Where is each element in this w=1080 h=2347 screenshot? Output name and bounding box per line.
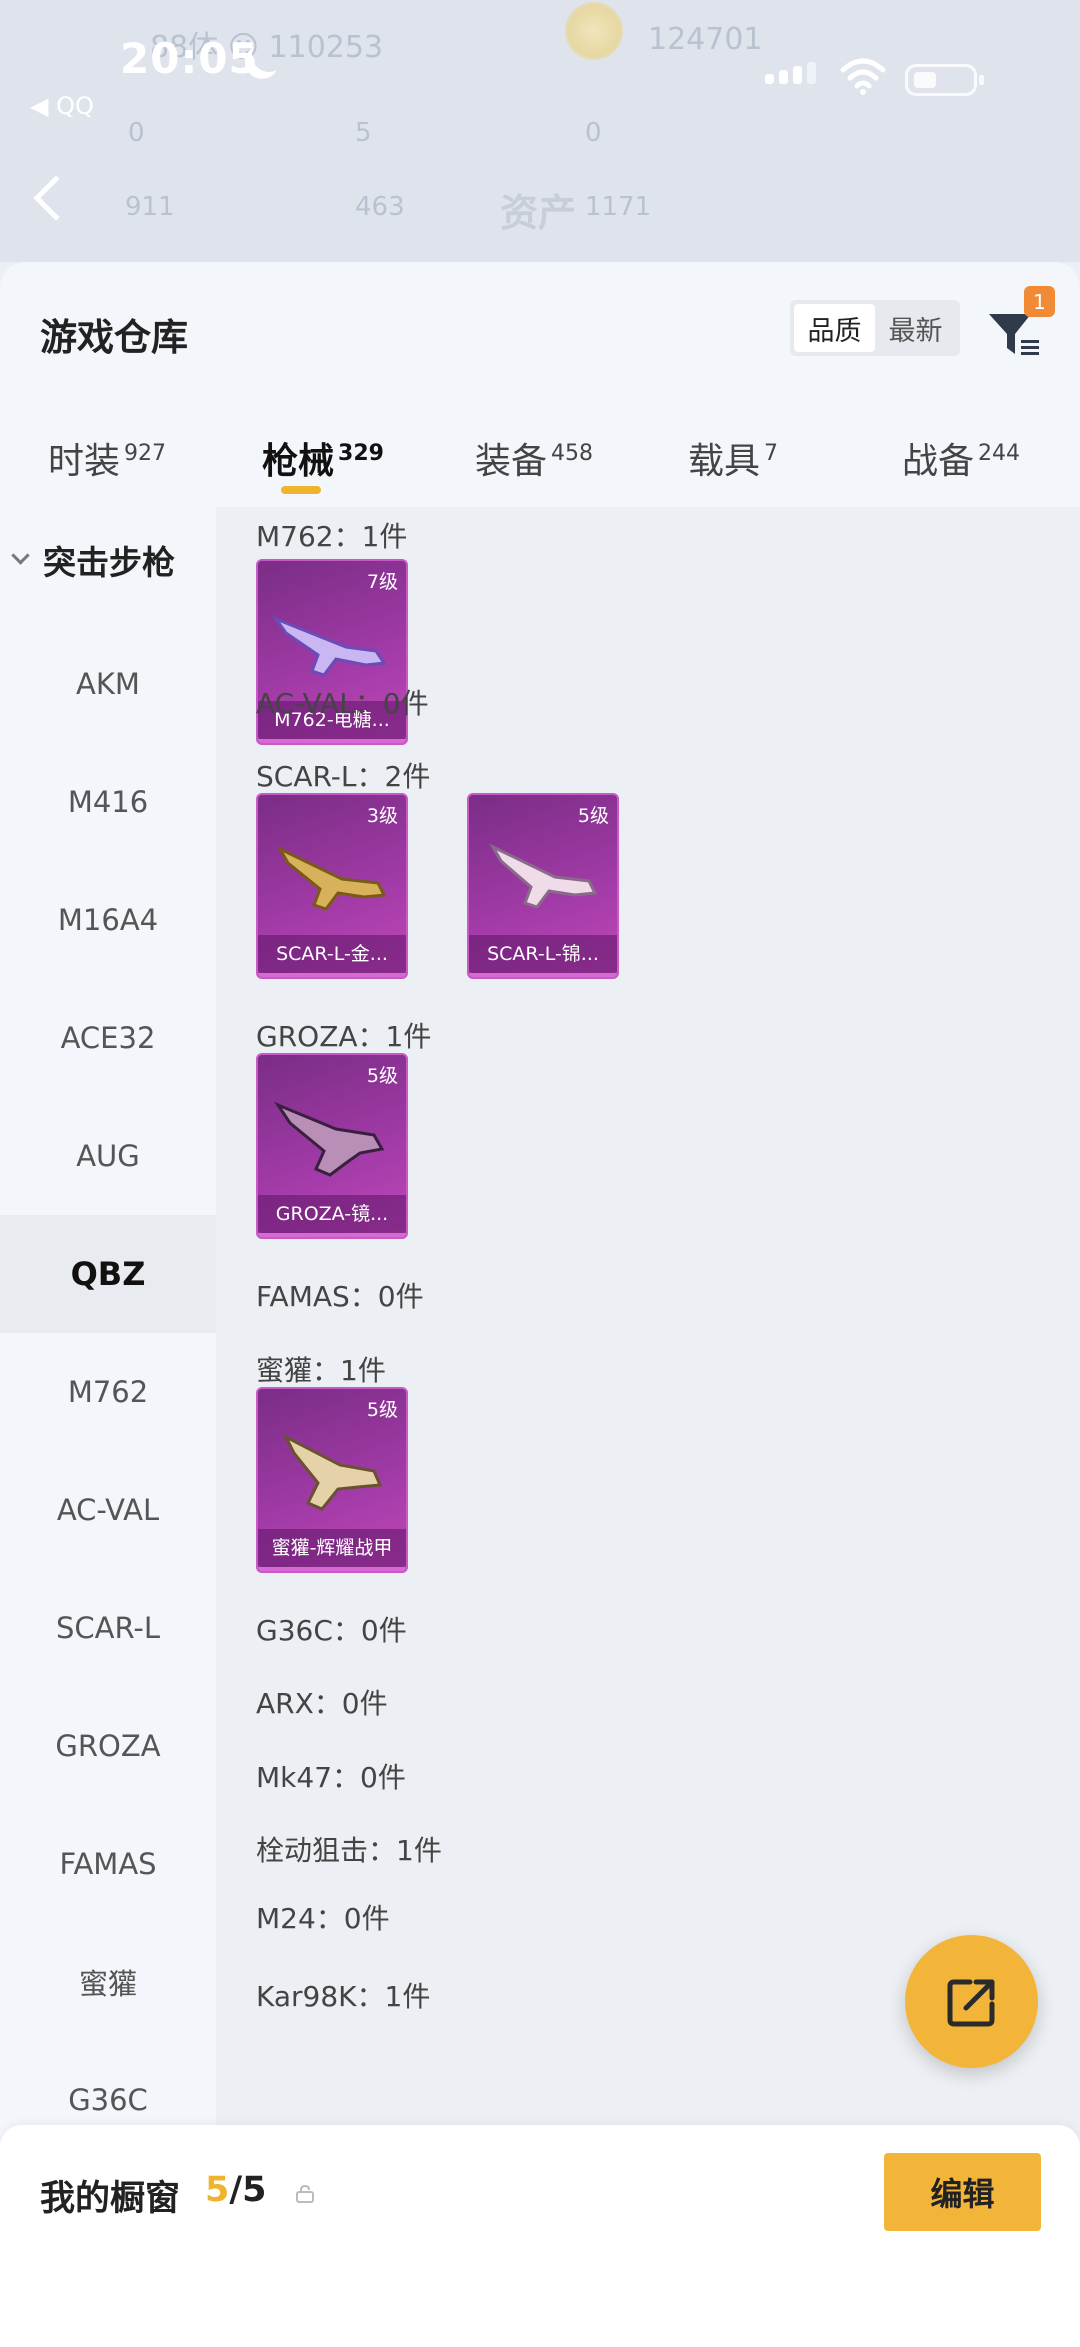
background-stat: 0 xyxy=(585,118,602,148)
skin-level: 5级 xyxy=(366,1065,398,1087)
sidebar-item-akm[interactable]: AKM xyxy=(0,625,216,743)
category-tabs: 时装 927 枪械 329 装备 458 载具 7 战备 244 xyxy=(0,412,1080,507)
background-stat: 0 xyxy=(128,118,145,148)
wifi-icon xyxy=(840,58,886,95)
background-stat: 1171 xyxy=(585,192,652,222)
skin-name: 蜜獾-辉耀战甲 xyxy=(258,1529,406,1567)
weapon-row-label: FAMAS：0件 xyxy=(256,1280,424,1313)
tab-label: 战备 xyxy=(902,441,975,482)
edit-button[interactable]: 编辑 xyxy=(884,2153,1041,2231)
sidebar-item-honey-badger[interactable]: 蜜獾 xyxy=(0,1923,216,2041)
back-to-qq-link[interactable]: ◀ QQ xyxy=(30,92,94,120)
sidebar-group-label: 突击步枪 xyxy=(43,542,175,582)
tab-label: 载具 xyxy=(688,441,761,482)
tab-supplies[interactable]: 战备 244 xyxy=(902,432,1020,484)
tab-count: 458 xyxy=(551,441,594,466)
panel-title: 游戏仓库 xyxy=(40,316,188,359)
rifle-skin-image xyxy=(274,1101,385,1177)
sidebar-item-scar-l[interactable]: SCAR-L xyxy=(0,1569,216,1687)
background-stat: 911 xyxy=(125,192,175,222)
tab-fashion[interactable]: 时装 927 xyxy=(48,432,166,484)
tab-count: 7 xyxy=(764,441,779,466)
skin-card[interactable]: 3级 SCAR-L-金... xyxy=(256,793,408,979)
skin-name: GROZA-镜... xyxy=(258,1195,406,1233)
showcase-bar: 我的橱窗 5/5 编辑 xyxy=(0,2125,1080,2347)
sidebar-item-ac-val[interactable]: AC-VAL xyxy=(0,1451,216,1569)
sidebar-item-aug[interactable]: AUG xyxy=(0,1097,216,1215)
tab-label: 装备 xyxy=(475,441,548,482)
background-stat: 463 xyxy=(355,192,405,222)
filter-count-badge: 1 xyxy=(1024,286,1055,317)
sidebar-item-groza[interactable]: GROZA xyxy=(0,1687,216,1805)
skin-level: 3级 xyxy=(366,805,398,827)
weapon-row-label: AC-VAL：0件 xyxy=(256,687,429,720)
rifle-skin-image xyxy=(276,845,387,911)
weapon-row-label: GROZA：1件 xyxy=(256,1020,432,1053)
rifle-skin-image xyxy=(489,843,598,909)
sidebar-item-m762[interactable]: M762 xyxy=(0,1333,216,1451)
sidebar-item-m16a4[interactable]: M16A4 xyxy=(0,861,216,979)
sort-quality-button[interactable]: 品质 xyxy=(794,304,875,352)
skin-level: 7级 xyxy=(366,571,398,593)
skin-level: 5级 xyxy=(577,805,609,827)
battery-icon xyxy=(905,64,984,96)
tab-count: 927 xyxy=(124,441,167,466)
active-tab-indicator xyxy=(281,486,321,494)
weapon-sidebar: 突击步枪 AKM M416 M16A4 ACE32 AUG QBZ M762 A… xyxy=(0,507,216,2347)
skin-name: SCAR-L-锦... xyxy=(469,935,617,973)
showcase-current: 5 xyxy=(205,2170,230,2210)
tab-count: 244 xyxy=(978,441,1021,466)
rifle-skin-image xyxy=(282,1433,383,1511)
tab-label: 枪械 xyxy=(262,441,335,482)
background-header: 88体 ☺ 110253 124701 0 5 0 911 463 资产 117… xyxy=(0,0,1080,262)
skin-card[interactable]: 5级 SCAR-L-锦... xyxy=(467,793,619,979)
background-asset-title: 资产 xyxy=(500,191,577,235)
lock-icon xyxy=(296,2185,314,2203)
tab-vehicles[interactable]: 载具 7 xyxy=(688,432,778,484)
tab-equipment[interactable]: 装备 458 xyxy=(475,432,593,484)
share-button[interactable] xyxy=(905,1935,1038,2068)
weapon-row-label: SCAR-L：2件 xyxy=(256,760,431,793)
tab-count: 329 xyxy=(338,441,384,466)
background-stat: 5 xyxy=(355,118,372,148)
chevron-down-icon xyxy=(11,546,30,565)
weapon-row-label: ARX：0件 xyxy=(256,1687,388,1720)
showcase-label: 我的橱窗 xyxy=(40,2179,181,2219)
weapon-row-label: 蜜獾：1件 xyxy=(256,1354,386,1387)
skin-card[interactable]: 5级 GROZA-镜... xyxy=(256,1053,408,1239)
weapon-row-label: M24：0件 xyxy=(256,1902,390,1935)
sidebar-item-m416[interactable]: M416 xyxy=(0,743,216,861)
skin-level: 5级 xyxy=(366,1399,398,1421)
status-bar: 20:05 ◀ QQ xyxy=(0,0,1080,120)
showcase-total: /5 xyxy=(229,2170,267,2210)
rifle-skin-image xyxy=(271,615,387,677)
sort-toggle: 品质 最新 xyxy=(790,300,960,356)
sort-newest-button[interactable]: 最新 xyxy=(875,304,956,352)
weapon-row-label: G36C：0件 xyxy=(256,1614,407,1647)
weapon-list: M762：1件 7级 M762-电糖... AC-VAL：0件 SCAR-L：2… xyxy=(216,507,1080,2347)
tab-firearms[interactable]: 枪械 329 xyxy=(262,432,384,484)
back-arrow-icon[interactable] xyxy=(33,175,79,221)
share-icon xyxy=(947,1979,994,2026)
sidebar-group-assault-rifles[interactable]: 突击步枪 xyxy=(0,507,216,612)
signal-icon xyxy=(765,62,816,84)
showcase-count: 5/5 xyxy=(205,2170,267,2210)
skin-card[interactable]: 5级 蜜獾-辉耀战甲 xyxy=(256,1387,408,1573)
weapon-row-label: 栓动狙击：1件 xyxy=(256,1834,442,1867)
sidebar-item-qbz[interactable]: QBZ xyxy=(0,1215,216,1333)
weapon-row-label: Mk47：0件 xyxy=(256,1761,406,1794)
sidebar-item-famas[interactable]: FAMAS xyxy=(0,1805,216,1923)
sidebar-item-ace32[interactable]: ACE32 xyxy=(0,979,216,1097)
skin-name: SCAR-L-金... xyxy=(258,935,406,973)
weapon-row-label: Kar98K：1件 xyxy=(256,1980,431,2013)
weapon-row-label: M762：1件 xyxy=(256,520,408,553)
status-time: 20:05 xyxy=(120,34,259,83)
tab-label: 时装 xyxy=(48,441,121,482)
